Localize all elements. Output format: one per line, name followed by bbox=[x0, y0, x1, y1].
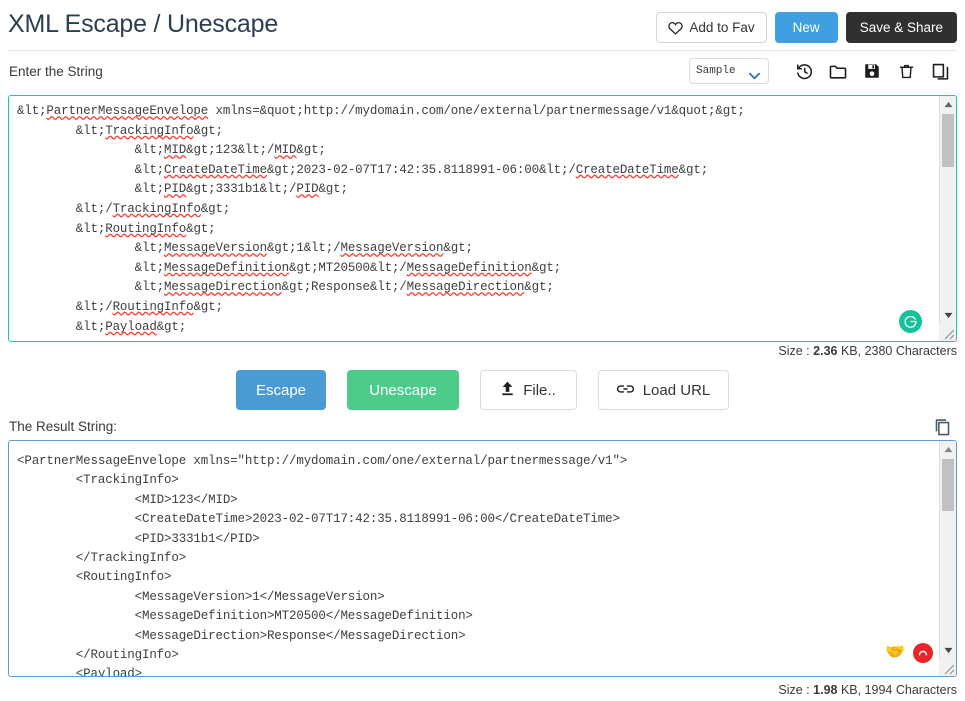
sample-select[interactable]: Sample bbox=[689, 58, 769, 84]
copy-icon[interactable] bbox=[923, 56, 957, 86]
scroll-down-arrow-icon[interactable] bbox=[940, 307, 956, 324]
folder-open-icon[interactable] bbox=[821, 56, 855, 86]
link-icon bbox=[616, 382, 634, 399]
result-resize-corner[interactable] bbox=[939, 659, 956, 676]
action-button-row: Escape Unescape File.. Load URL bbox=[0, 370, 965, 410]
input-textarea-content[interactable]: &lt;PartnerMessageEnvelope xmlns=&quot;h… bbox=[17, 102, 936, 337]
result-scroll-up-arrow-icon[interactable] bbox=[940, 441, 956, 458]
input-size-prefix: Size : bbox=[778, 344, 814, 358]
result-size-status: Size : 1.98 KB, 1994 Characters bbox=[778, 683, 957, 697]
load-url-button[interactable]: Load URL bbox=[598, 370, 729, 410]
enter-string-label: Enter the String bbox=[9, 64, 103, 79]
input-scrollbar-thumb[interactable] bbox=[942, 114, 954, 167]
input-textarea-container[interactable]: &lt;PartnerMessageEnvelope xmlns=&quot;h… bbox=[8, 95, 957, 342]
resize-grip-icon[interactable] bbox=[941, 326, 955, 340]
save-and-share-button[interactable]: Save & Share bbox=[845, 12, 957, 43]
header-actions: Add to Fav New Save & Share bbox=[656, 12, 957, 43]
unescape-button[interactable]: Unescape bbox=[347, 370, 459, 410]
upload-icon bbox=[501, 381, 514, 400]
result-size-value: 1.98 bbox=[813, 683, 838, 697]
xml-escape-unescape-page: XML Escape / Unescape Add to Fav New Sav… bbox=[0, 0, 965, 701]
new-button[interactable]: New bbox=[774, 12, 838, 43]
input-size-status: Size : 2.36 KB, 2380 Characters bbox=[778, 344, 957, 358]
save-disk-icon[interactable] bbox=[855, 56, 889, 86]
input-toolbar: Enter the String Sample bbox=[0, 53, 965, 91]
load-url-label: Load URL bbox=[642, 381, 711, 399]
result-copy-icon[interactable] bbox=[929, 415, 955, 439]
header-divider bbox=[8, 50, 957, 51]
handshake-icon[interactable]: 🤝 bbox=[885, 645, 905, 661]
record-stop-icon[interactable] bbox=[913, 643, 933, 663]
result-textarea-content[interactable]: <PartnerMessageEnvelope xmlns="http://my… bbox=[17, 452, 936, 676]
input-scrollbar[interactable] bbox=[939, 96, 956, 341]
result-scrollbar-thumb[interactable] bbox=[942, 459, 954, 511]
toolbar-icon-group: Sample bbox=[689, 56, 957, 86]
add-to-fav-button[interactable]: Add to Fav bbox=[656, 12, 767, 43]
page-header: XML Escape / Unescape Add to Fav New Sav… bbox=[0, 0, 965, 53]
history-icon[interactable] bbox=[787, 56, 821, 86]
result-size-suffix: KB, 1994 Characters bbox=[837, 683, 957, 697]
result-scroll-down-arrow-icon[interactable] bbox=[940, 642, 956, 659]
trash-icon[interactable] bbox=[889, 56, 923, 86]
result-overlay-icons: 🤝 bbox=[885, 643, 933, 663]
page-title: XML Escape / Unescape bbox=[8, 10, 279, 38]
file-upload-label: File.. bbox=[523, 381, 556, 399]
file-upload-button[interactable]: File.. bbox=[480, 370, 577, 410]
result-textarea-container[interactable]: <PartnerMessageEnvelope xmlns="http://my… bbox=[8, 440, 957, 677]
input-size-suffix: KB, 2380 Characters bbox=[837, 344, 957, 358]
result-resize-grip-icon[interactable] bbox=[941, 661, 955, 675]
result-string-label: The Result String: bbox=[9, 419, 118, 434]
add-to-fav-label: Add to Fav bbox=[689, 19, 755, 35]
result-size-prefix: Size : bbox=[778, 683, 814, 697]
grammarly-icon[interactable] bbox=[899, 310, 922, 333]
heart-icon bbox=[668, 21, 684, 35]
result-scrollbar[interactable] bbox=[939, 441, 956, 676]
input-resize-corner[interactable] bbox=[939, 324, 956, 341]
escape-button[interactable]: Escape bbox=[236, 370, 326, 410]
sample-select-wrapper: Sample bbox=[689, 58, 769, 84]
input-size-value: 2.36 bbox=[813, 344, 838, 358]
scroll-up-arrow-icon[interactable] bbox=[940, 96, 956, 113]
